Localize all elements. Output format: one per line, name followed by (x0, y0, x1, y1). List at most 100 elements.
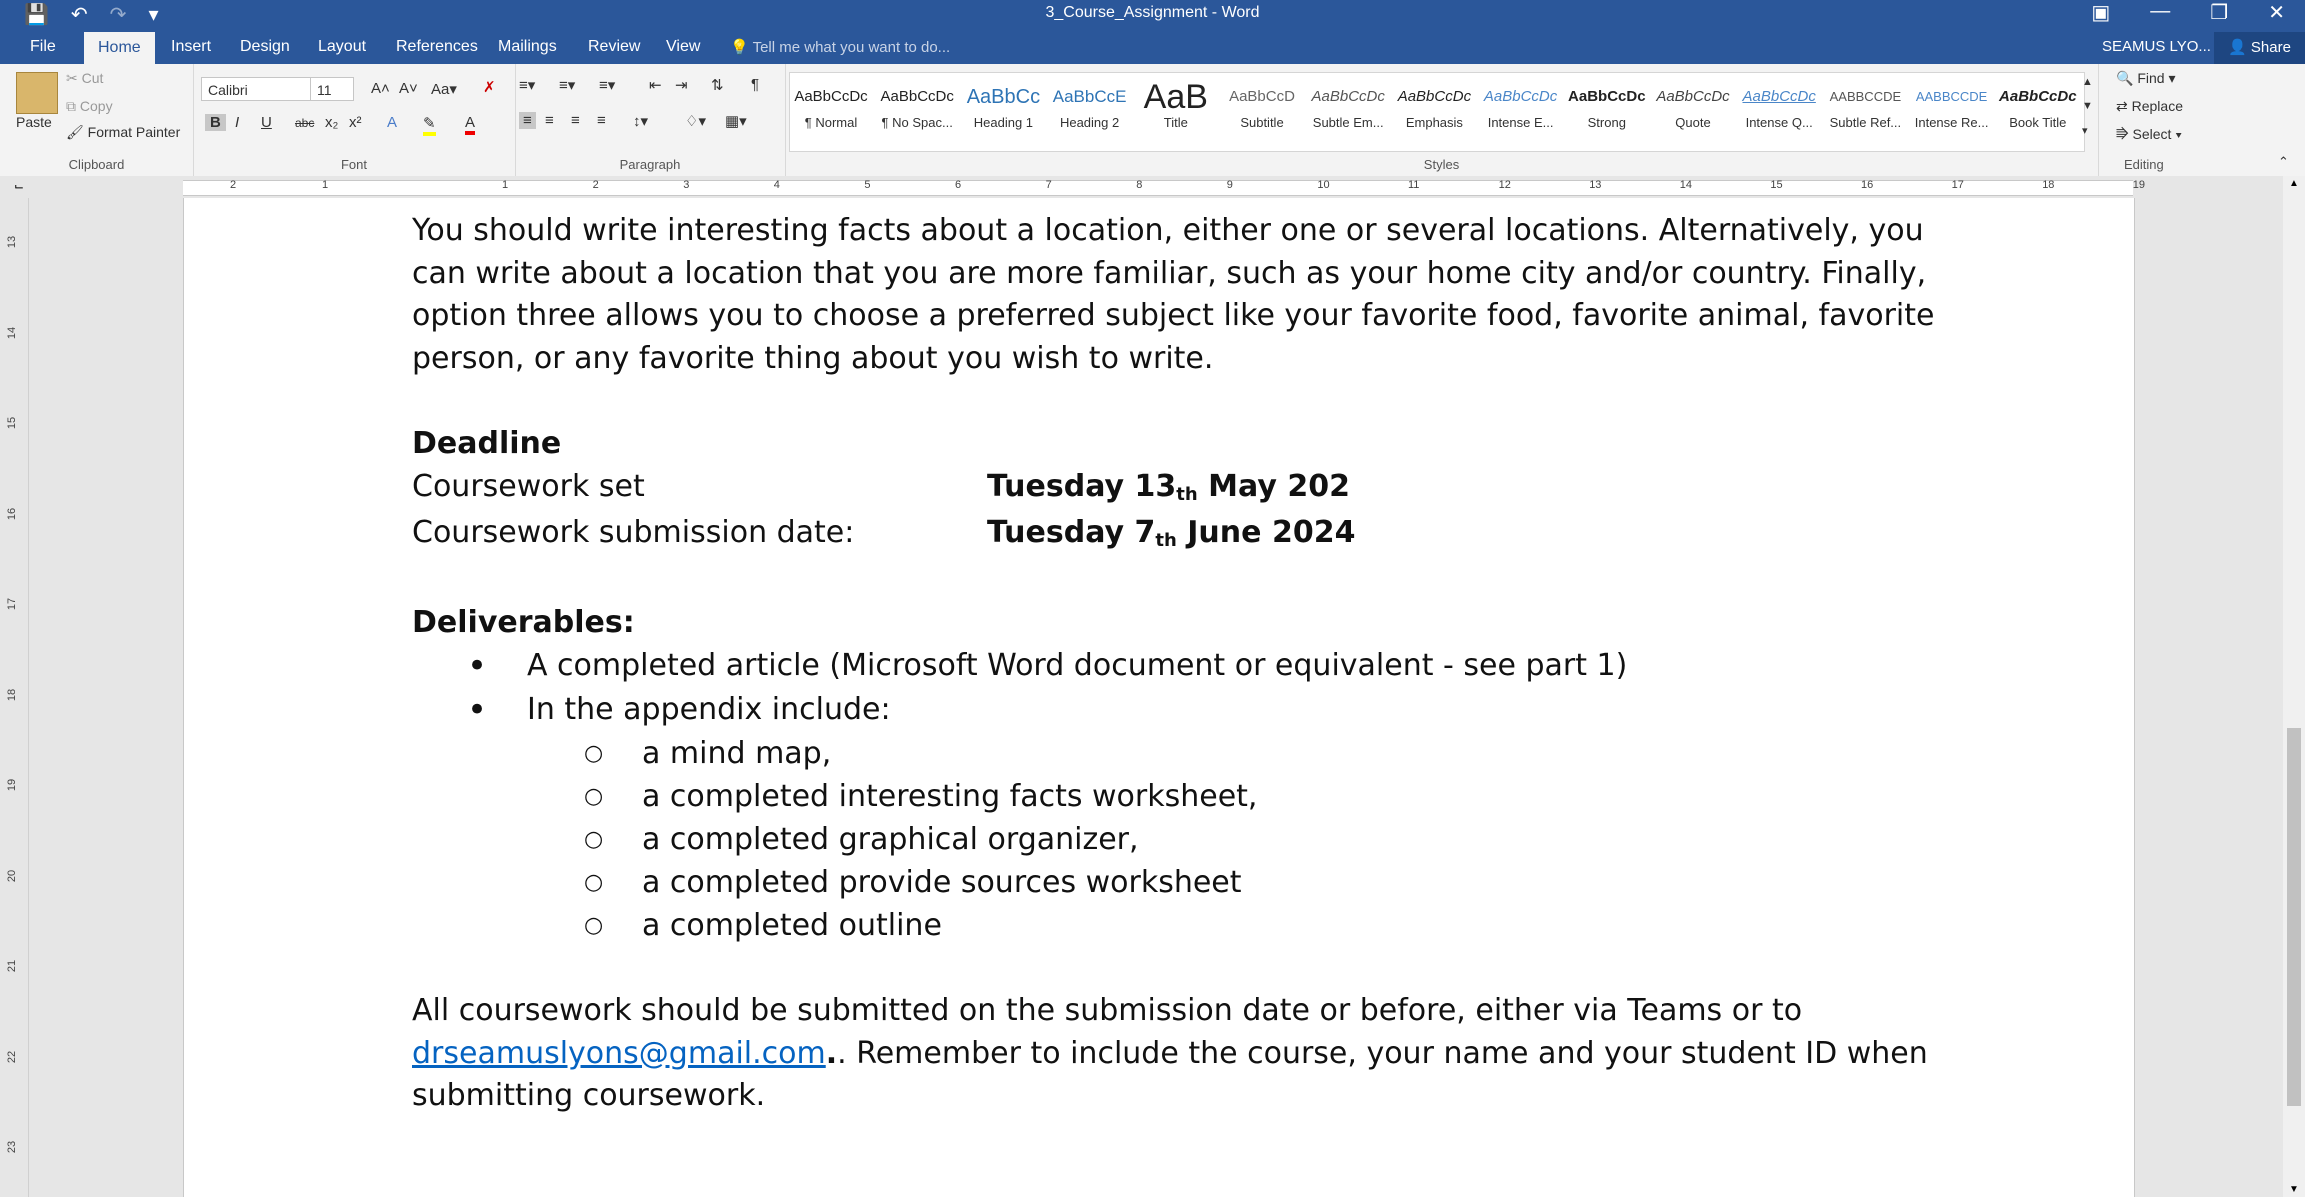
tell-me-search[interactable]: 💡 Tell me what you want to do... (730, 38, 950, 56)
tab-selector-icon[interactable]: ⌙ (14, 179, 24, 193)
borders-icon[interactable]: ▦▾ (725, 112, 747, 130)
ruler-number: 22 (6, 1050, 19, 1063)
style-title[interactable]: AaB Title (1134, 79, 1218, 149)
list-item: a mind map, (412, 732, 1942, 775)
tab-review[interactable]: Review (588, 38, 640, 56)
align-center-icon[interactable]: ≡ (545, 112, 554, 129)
paste-button[interactable]: Paste (16, 114, 52, 130)
user-account[interactable]: SEAMUS LYO... (2102, 38, 2211, 55)
decrease-indent-icon[interactable]: ⇤ (649, 76, 662, 94)
ruler-number: 5 (864, 179, 871, 191)
cut-button[interactable]: ✂ Cut (66, 70, 103, 87)
scroll-up-icon[interactable]: ▲ (2289, 178, 2299, 189)
bold-icon[interactable]: B (205, 114, 226, 131)
align-left-icon[interactable]: ≡ (519, 112, 536, 129)
paste-icon[interactable] (16, 72, 58, 114)
style-subtle-ref[interactable]: AABBCCDE Subtle Ref... (1823, 79, 1907, 149)
style-name: Emphasis (1405, 115, 1463, 130)
ruler-number: 1 (322, 179, 329, 191)
ruler-number: 7 (1045, 179, 1052, 191)
restore-icon[interactable]: ❐ (2210, 0, 2228, 25)
style-intense-re[interactable]: AABBCCDE Intense Re... (1910, 79, 1994, 149)
font-name-combo[interactable]: Calibri (201, 77, 313, 101)
email-link[interactable]: drseamuslyons@gmail.com (412, 1036, 826, 1071)
style-book-title[interactable]: AaBbCcDc Book Title (1996, 79, 2080, 149)
find-button[interactable]: 🔍 Find ▾ (2116, 70, 2175, 87)
increase-indent-icon[interactable]: ⇥ (675, 76, 688, 94)
strikethrough-icon[interactable]: abc (295, 116, 314, 130)
format-painter-button[interactable]: 🖌 Format Painter (66, 124, 180, 141)
scrollbar-thumb[interactable] (2287, 728, 2301, 1106)
person-icon: 👤 (2228, 39, 2251, 56)
style-strong[interactable]: AaBbCcDc Strong (1565, 79, 1649, 149)
tab-layout[interactable]: Layout (318, 38, 366, 56)
collapse-ribbon-icon[interactable]: ⌃ (2278, 154, 2289, 170)
font-color-icon[interactable]: A (465, 114, 476, 135)
styles-label: Styles (1423, 157, 1460, 172)
vertical-scrollbar[interactable]: ▲ ▼ (2283, 176, 2305, 1197)
ribbon-display-icon[interactable]: ▣ (2091, 0, 2110, 25)
numbering-icon[interactable]: ≡▾ (559, 76, 575, 94)
shading-icon[interactable]: ♢▾ (685, 112, 706, 130)
ruler-number: 6 (955, 179, 962, 191)
bullets-icon[interactable]: ≡▾ (519, 76, 535, 94)
style-subtitle[interactable]: AaBbCcD Subtitle (1220, 79, 1304, 149)
multilevel-list-icon[interactable]: ≡▾ (599, 76, 615, 94)
ruler-number: 14 (6, 326, 19, 339)
close-icon[interactable]: ✕ (2268, 0, 2285, 25)
shrink-font-icon[interactable]: A˅ (399, 80, 418, 97)
style-heading-1[interactable]: AaBbCc Heading 1 (961, 79, 1045, 149)
change-case-icon[interactable]: Aa▾ (431, 80, 457, 98)
copy-button[interactable]: ⧉ Copy (66, 98, 113, 115)
highlight-icon[interactable]: ✎ (423, 114, 436, 136)
align-right-icon[interactable]: ≡ (571, 112, 580, 129)
tab-view[interactable]: View (666, 38, 700, 56)
clear-formatting-icon[interactable]: ✗ (483, 78, 496, 96)
styles-more-icon[interactable]: ▾ (2082, 124, 2088, 137)
tab-home[interactable]: Home (84, 32, 155, 64)
font-size-combo[interactable]: 11 (310, 77, 354, 101)
tab-mailings[interactable]: Mailings (498, 38, 557, 56)
clipboard-group: Paste ✂ Cut ⧉ Copy 🖌 Format Painter Clip… (0, 64, 194, 176)
share-button[interactable]: 👤 Share (2214, 32, 2305, 64)
editing-group: 🔍 Find ▾ ⇄ Replace ⭆ Select ▾ Editing ⌃ (2098, 64, 2305, 176)
style-intense-q[interactable]: AaBbCcDc Intense Q... (1737, 79, 1821, 149)
style-name: Subtle Ref... (1829, 115, 1902, 130)
style-normal[interactable]: AaBbCcDc ¶ Normal (789, 79, 873, 149)
superscript-icon[interactable]: x² (349, 114, 362, 131)
ruler-number: 2 (230, 179, 237, 191)
tab-insert[interactable]: Insert (171, 38, 211, 56)
paragraph-group: ≡▾ ≡▾ ≡▾ ⇤ ⇥ ⇅ ¶ ≡ ≡ ≡ ≡ ↕▾ ♢▾ ▦▾ Paragr… (515, 64, 786, 176)
justify-icon[interactable]: ≡ (597, 112, 606, 129)
grow-font-icon[interactable]: A˄ (371, 80, 390, 97)
line-spacing-icon[interactable]: ↕▾ (633, 112, 648, 130)
style-emphasis[interactable]: AaBbCcDc Emphasis (1392, 79, 1476, 149)
tab-file[interactable]: File (30, 38, 56, 56)
closing-paragraph: All coursework should be submitted on th… (412, 993, 1928, 1113)
style-subtle-em[interactable]: AaBbCcDc Subtle Em... (1306, 79, 1390, 149)
subscript-icon[interactable]: x₂ (325, 114, 338, 131)
style-intense-e[interactable]: AaBbCcDc Intense E... (1479, 79, 1563, 149)
horizontal-ruler[interactable]: ⌙ 2 1 1 2 3 4 5 6 7 8 9 10 11 12 13 14 15 16 17 18 19 (0, 176, 2305, 198)
styles-scroll-down-icon[interactable]: ▼ (2082, 100, 2093, 112)
style-heading-2[interactable]: AaBbCcE Heading 2 (1048, 79, 1132, 149)
style-quote[interactable]: AaBbCcDc Quote (1651, 79, 1735, 149)
document-body[interactable]: You should write interesting facts about… (412, 210, 1942, 1118)
tab-references[interactable]: References (396, 38, 478, 56)
show-marks-icon[interactable]: ¶ (751, 76, 759, 93)
styles-scroll-up-icon[interactable]: ▲ (2082, 76, 2093, 88)
text-effects-icon[interactable]: A (387, 114, 397, 131)
list-item: a completed interesting facts worksheet, (412, 775, 1942, 818)
italic-icon[interactable]: I (235, 114, 239, 131)
underline-icon[interactable]: U (261, 114, 272, 131)
scroll-down-icon[interactable]: ▼ (2289, 1184, 2299, 1195)
style-preview: AaBbCcDc (794, 88, 868, 105)
replace-button[interactable]: ⇄ Replace (2116, 98, 2183, 115)
tab-design[interactable]: Design (240, 38, 290, 56)
select-button[interactable]: ⭆ Select ▾ (2116, 126, 2182, 143)
style-no-spac[interactable]: AaBbCcDc ¶ No Spac... (875, 79, 959, 149)
sort-icon[interactable]: ⇅ (711, 76, 724, 94)
minimize-icon[interactable]: — (2150, 0, 2170, 25)
document-page[interactable]: You should write interesting facts about… (183, 198, 2135, 1197)
style-preview: AaBbCcDc (1999, 88, 2077, 105)
